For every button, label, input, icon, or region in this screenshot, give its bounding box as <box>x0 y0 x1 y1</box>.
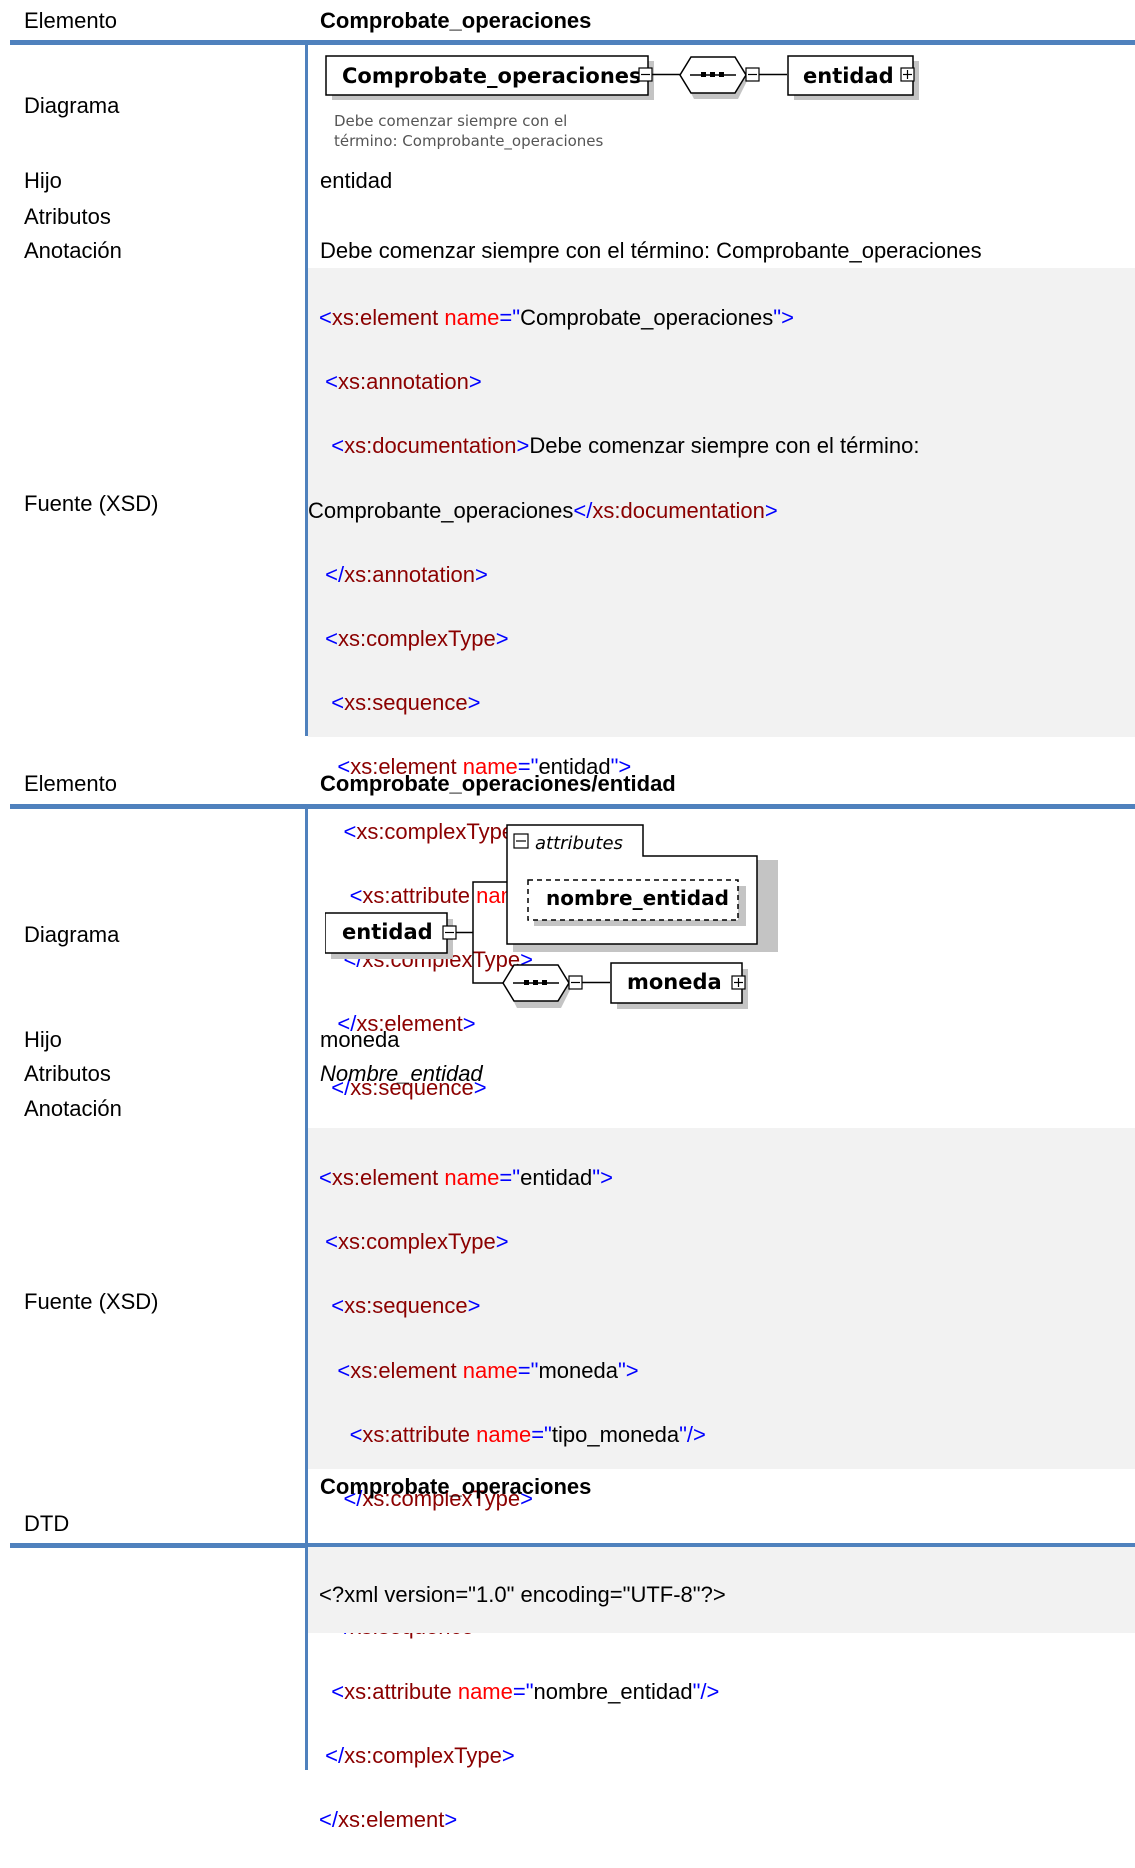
annotation-value: Debe comenzar siempre con el término: Co… <box>320 238 982 263</box>
section1-xsd-source: <xs:element name="Comprobate_operaciones… <box>308 268 1135 1229</box>
diagram-note-line1: Debe comenzar siempre con el <box>334 112 567 130</box>
section2-diagram: attributes nombre_entidad entidad moneda <box>325 824 778 1009</box>
attributes-label: Atributos <box>24 204 111 229</box>
attributes-value: Nombre_entidad <box>320 1061 483 1086</box>
attributes-label: Atributos <box>24 1061 111 1086</box>
annotation-label: Anotación <box>24 1096 122 1121</box>
source-label: Fuente (XSD) <box>24 491 159 516</box>
section1-divider <box>10 40 1135 45</box>
child-value: entidad <box>320 168 393 193</box>
child-element-name: moneda <box>627 970 722 994</box>
attribute-name: nombre_entidad <box>546 886 729 910</box>
section2-xsd-source: <xs:element name="entidad"> <xs:complexT… <box>308 1128 1135 1832</box>
header-value: Comprobate_operaciones/entidad <box>320 771 676 796</box>
section1-diagram: Comprobate_operaciones entidad Debe come… <box>325 55 919 151</box>
dtd-source: <?xml version="1.0" encoding="UTF-8"?> <box>308 1547 1135 1633</box>
attributes-group-label: attributes <box>535 833 623 854</box>
child-label: Hijo <box>24 1027 62 1052</box>
child-label: Hijo <box>24 168 62 193</box>
diagram-label: Diagrama <box>24 93 120 118</box>
annotation-label: Anotación <box>24 238 122 263</box>
dtd-section-title: Comprobate_operaciones <box>320 1474 592 1499</box>
root-element-name: entidad <box>342 920 433 944</box>
root-element-name: Comprobate_operaciones <box>342 64 642 88</box>
header-label: Elemento <box>24 771 117 796</box>
header-value: Comprobate_operaciones <box>320 8 592 33</box>
header-label: Elemento <box>24 8 117 33</box>
source-label: Fuente (XSD) <box>24 1289 159 1314</box>
dtd-label: DTD <box>24 1511 70 1536</box>
diagram-label: Diagrama <box>24 922 120 947</box>
section2-divider <box>10 804 1135 809</box>
child-value: moneda <box>320 1027 400 1052</box>
diagram-note-line2: término: Comprobante_operaciones <box>334 132 604 151</box>
child-element-name: entidad <box>803 64 894 88</box>
